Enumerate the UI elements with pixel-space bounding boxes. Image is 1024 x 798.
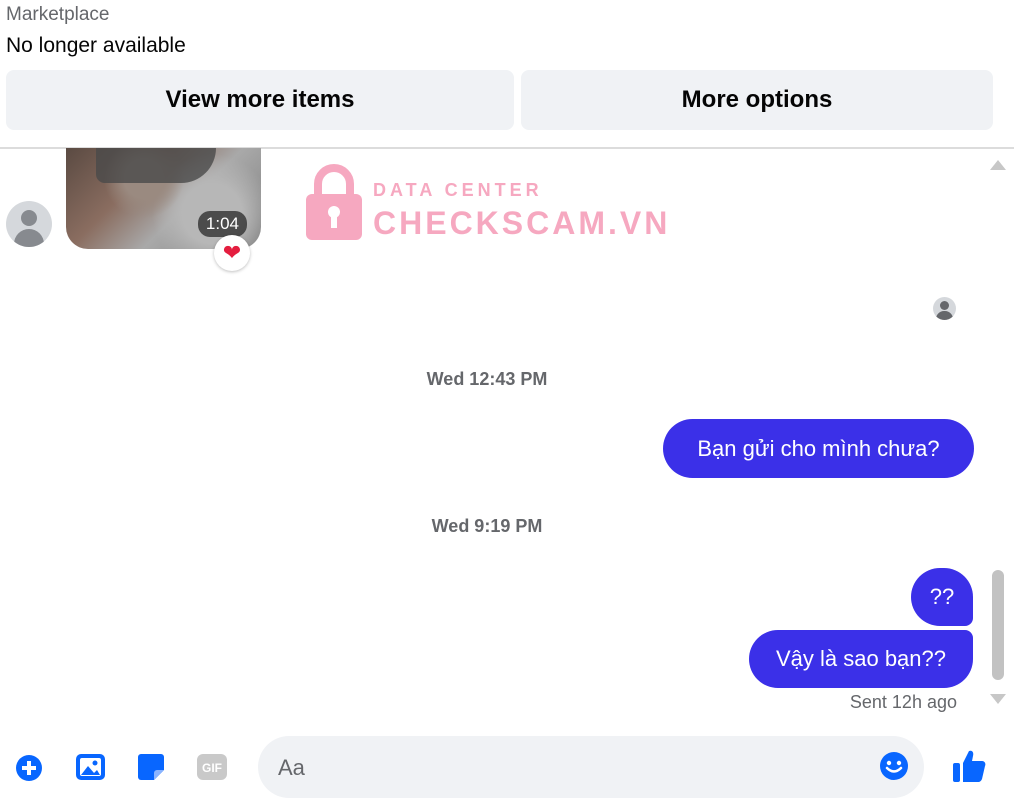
video-message-thumbnail[interactable]: 1:04	[66, 148, 261, 249]
outgoing-message-bubble[interactable]: Bạn gửi cho mình chưa?	[663, 419, 974, 478]
plus-circle-icon[interactable]	[15, 754, 43, 782]
watermark-top-text: DATA CENTER	[373, 180, 543, 200]
scroll-up-arrow-icon[interactable]	[990, 160, 1006, 170]
listing-status: No longer available	[6, 34, 186, 57]
more-options-button[interactable]: More options	[521, 70, 993, 130]
avatar-body	[14, 229, 44, 247]
message-timestamp: Wed 9:19 PM	[431, 516, 543, 536]
image-icon[interactable]	[75, 753, 106, 781]
sent-status: Sent 12h ago	[849, 692, 957, 712]
scrollbar-thumb[interactable]	[992, 570, 1004, 680]
emoji-icon[interactable]	[879, 751, 909, 781]
seen-avatar-body	[936, 311, 953, 320]
contact-avatar[interactable]	[6, 201, 52, 247]
heart-reaction-icon[interactable]: ❤	[214, 235, 250, 271]
outgoing-message-bubble[interactable]: Vậy là sao bạn??	[749, 630, 973, 688]
view-more-items-button[interactable]: View more items	[6, 70, 514, 130]
message-timestamp: Wed 12:43 PM	[426, 369, 548, 389]
message-composer[interactable]	[258, 736, 924, 798]
marketplace-label: Marketplace	[6, 4, 110, 25]
lock-watermark-icon	[306, 164, 362, 240]
video-frame-shadow	[96, 148, 216, 183]
outgoing-message-bubble[interactable]: ??	[911, 568, 973, 626]
video-duration: 1:04	[197, 211, 247, 237]
gif-icon[interactable]: GIF	[196, 753, 228, 781]
seen-avatar	[933, 297, 956, 320]
message-input[interactable]	[276, 750, 860, 786]
watermark-main-text: CHECKSCAM.VN	[373, 205, 671, 241]
marketplace-card: Marketplace No longer available View mor…	[0, 0, 1014, 149]
svg-text:GIF: GIF	[202, 761, 222, 775]
avatar-head	[21, 210, 37, 226]
sticker-icon[interactable]	[137, 753, 165, 781]
scroll-down-arrow-icon[interactable]	[990, 694, 1006, 704]
seen-avatar-head	[940, 301, 949, 310]
thumbs-up-icon[interactable]	[951, 748, 987, 784]
